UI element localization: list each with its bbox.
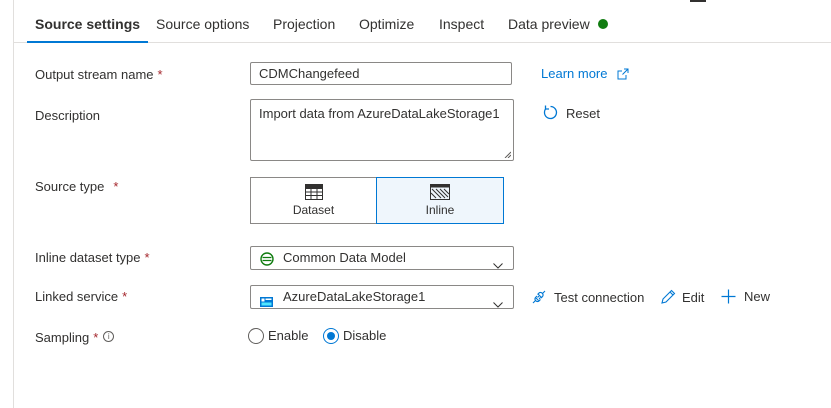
panel-left-border [13,0,14,408]
tab-bar: Source settings Source options Projectio… [14,0,831,43]
status-dot-icon [597,19,608,30]
sampling-enable-radio[interactable]: Enable [248,327,308,345]
table-icon [304,184,323,200]
description-label: Description [35,108,101,123]
description-textarea[interactable]: Import data from AzureDataLakeStorage1 [250,99,514,161]
plug-icon [531,289,547,308]
chevron-down-icon [493,254,503,276]
inline-dataset-icon [430,184,450,200]
inline-dataset-type-select[interactable]: Common Data Model [250,246,514,270]
learn-more-link[interactable]: Learn more [541,66,629,83]
test-connection-button[interactable]: Test connection [531,289,644,308]
resize-grip-icon[interactable] [504,151,511,158]
tab-inspect[interactable]: Inspect [439,0,484,42]
source-type-dataset-option[interactable]: Dataset [250,177,377,224]
pencil-icon [660,289,676,308]
source-type-label: Source type * [35,179,119,194]
plus-icon [721,289,736,307]
tab-optimize[interactable]: Optimize [359,0,414,42]
storage-account-icon [260,292,273,314]
refresh-icon [542,104,559,124]
sampling-label: Sampling * i [35,330,115,345]
radio-selected-icon [323,327,339,344]
new-button[interactable]: New [721,289,770,307]
tab-source-settings[interactable]: Source settings [26,0,149,43]
output-stream-name-input[interactable]: CDMChangefeed [250,62,512,85]
sampling-disable-radio[interactable]: Disable [323,327,386,345]
edit-button[interactable]: Edit [660,289,704,308]
radio-icon [248,327,264,344]
reset-button[interactable]: Reset [542,104,600,124]
source-type-inline-option[interactable]: Inline [376,177,504,224]
common-data-model-icon [260,251,274,273]
external-link-icon [617,68,629,83]
tab-data-preview[interactable]: Data preview [508,0,608,42]
inline-dataset-type-label: Inline dataset type * [35,250,150,265]
info-icon[interactable]: i [103,331,115,342]
chevron-down-icon [493,293,503,315]
output-stream-name-label: Output stream name * [35,67,163,82]
tab-projection[interactable]: Projection [273,0,335,42]
tab-source-options[interactable]: Source options [156,0,249,42]
linked-service-select[interactable]: AzureDataLakeStorage1 [250,285,514,309]
linked-service-label: Linked service * [35,289,128,304]
